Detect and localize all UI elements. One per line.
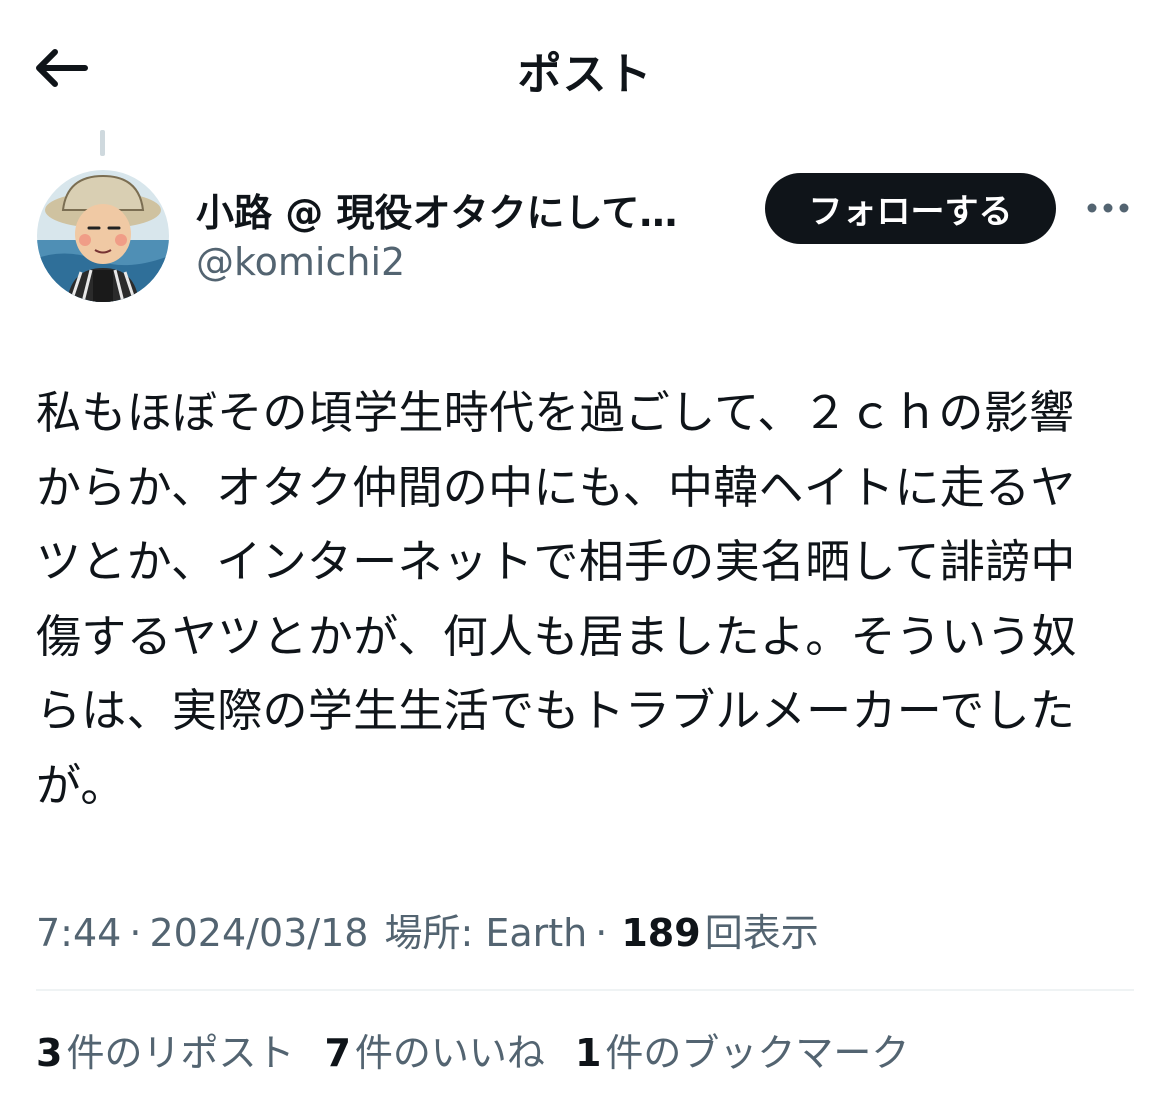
bookmarks-label: 件のブックマーク bbox=[605, 1031, 910, 1075]
thread-line bbox=[100, 130, 105, 156]
likes-count: 7 bbox=[324, 1031, 351, 1075]
views-label: 回表示 bbox=[704, 911, 819, 955]
engagement-stats: 3 件のリポスト 7 件のいいね 1 件のブックマーク bbox=[36, 1022, 939, 1077]
post-location: 場所: Earth bbox=[384, 911, 588, 955]
follow-button[interactable]: フォローする bbox=[765, 173, 1056, 244]
post-text: 私もほぼその頃学生時代を過ごして、２ｃｈの影響 からか、オタク仲間の中にも、中韓… bbox=[36, 386, 1078, 812]
reposts-count: 3 bbox=[36, 1031, 63, 1075]
page-title: ポスト bbox=[517, 49, 653, 100]
author-handle[interactable]: @komichi2 bbox=[196, 240, 405, 284]
likes-label: 件のいいね bbox=[354, 1031, 545, 1075]
divider bbox=[36, 989, 1134, 991]
views-count: 189 bbox=[621, 911, 701, 955]
bookmarks-count: 1 bbox=[574, 1031, 602, 1075]
bookmarks-stat[interactable]: 1 件のブックマーク bbox=[575, 1022, 909, 1077]
reposts-label: 件のリポスト bbox=[66, 1031, 295, 1075]
author-name[interactable]: 小路 @ 現役オタクにして… bbox=[196, 182, 677, 237]
likes-stat[interactable]: 7 件のいいね bbox=[324, 1022, 544, 1077]
post-time[interactable]: 7:44 bbox=[36, 911, 121, 955]
ellipsis-icon bbox=[1087, 203, 1129, 213]
separator: · bbox=[129, 911, 142, 955]
avatar-illustration bbox=[37, 170, 169, 302]
more-options-button[interactable] bbox=[1080, 186, 1136, 230]
top-bar: ポスト bbox=[0, 0, 1170, 134]
separator: · bbox=[595, 911, 608, 955]
post-date[interactable]: 2024/03/18 bbox=[149, 911, 368, 955]
avatar[interactable] bbox=[37, 170, 169, 302]
post-meta: 7:44 · 2024/03/18 場所: Earth · 189 回表示 bbox=[36, 902, 819, 957]
reposts-stat[interactable]: 3 件のリポスト bbox=[36, 1022, 294, 1077]
